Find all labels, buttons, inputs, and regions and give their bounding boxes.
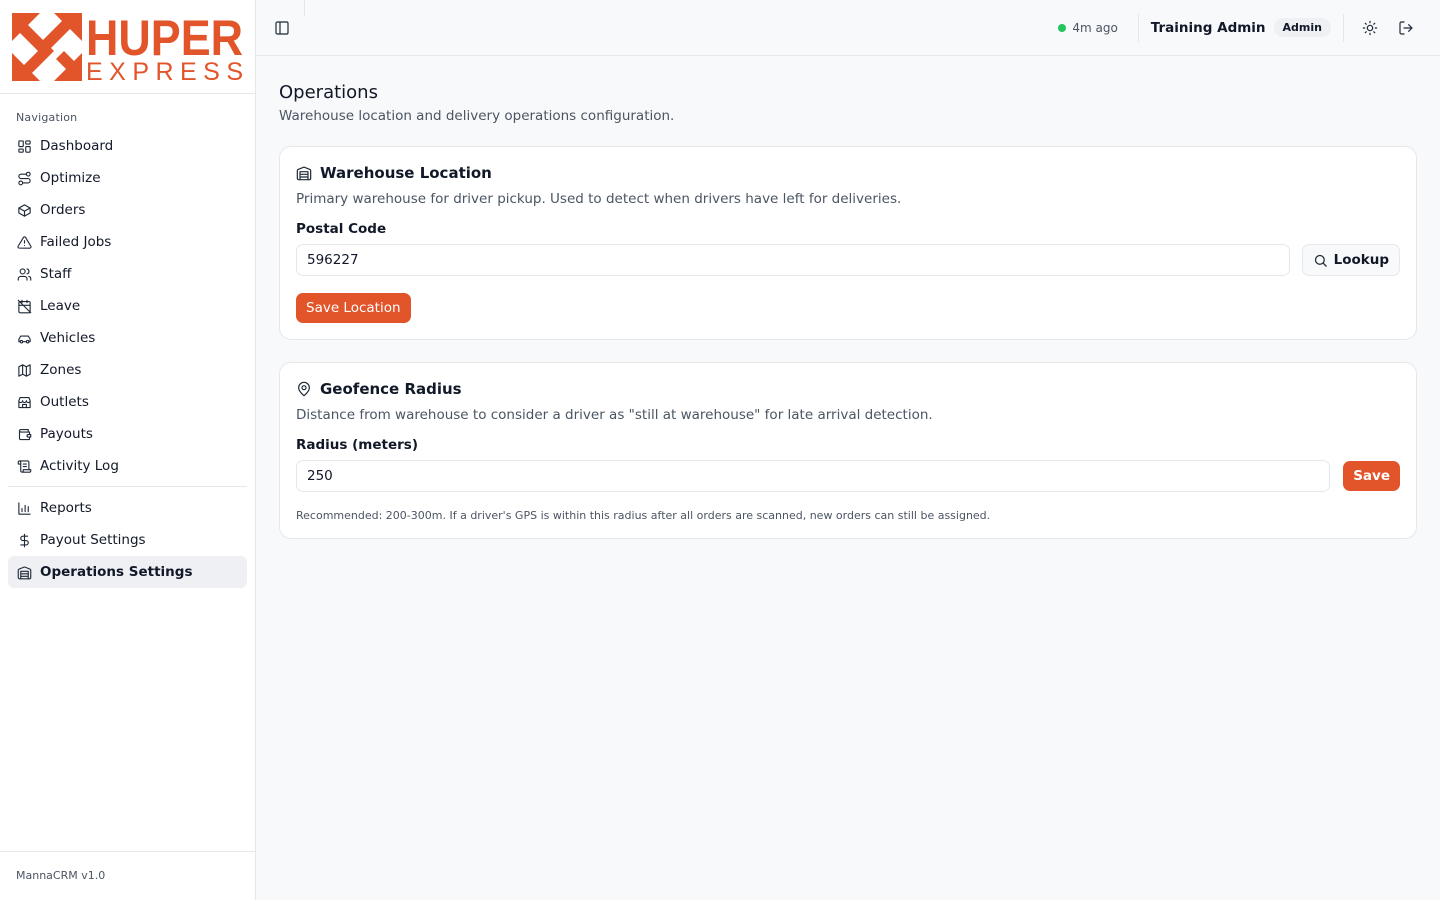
brand-logo: HUPER EXPRESS	[0, 0, 255, 94]
sidebar-item-label: Activity Log	[40, 458, 119, 474]
sync-status: 4m ago	[1058, 20, 1118, 35]
scroll-icon	[16, 458, 32, 474]
calendar-off-icon	[16, 298, 32, 314]
map-pin-icon	[296, 381, 312, 397]
sidebar-item-label: Zones	[40, 362, 82, 378]
sidebar-item-orders[interactable]: Orders	[8, 194, 247, 226]
bar-chart-icon	[16, 500, 32, 516]
sidebar-item-label: Staff	[40, 266, 72, 282]
user-name: Training Admin	[1150, 19, 1266, 36]
postal-code-label: Postal Code	[296, 221, 387, 237]
sidebar-item-label: Reports	[40, 500, 92, 516]
postal-code-input[interactable]	[296, 244, 1290, 276]
sidebar-item-reports[interactable]: Reports	[8, 492, 247, 524]
radius-hint: Recommended: 200-300m. If a driver's GPS…	[296, 509, 991, 522]
card-description: Primary warehouse for driver pickup. Use…	[296, 191, 902, 207]
lookup-button[interactable]: Lookup	[1301, 244, 1400, 276]
page-title: Operations	[279, 82, 378, 103]
save-radius-button[interactable]: Save	[1343, 461, 1400, 491]
sidebar-item-label: Outlets	[40, 394, 89, 410]
sidebar-item-optimize[interactable]: Optimize	[8, 162, 247, 194]
sidebar-item-label: Orders	[40, 202, 86, 218]
sidebar-nav: Dashboard Optimize Orders Failed Jobs St…	[0, 130, 255, 588]
store-icon	[16, 394, 32, 410]
sidebar-item-vehicles[interactable]: Vehicles	[8, 322, 247, 354]
warehouse-location-card: Warehouse Location Primary warehouse for…	[279, 146, 1417, 340]
users-icon	[16, 266, 32, 282]
sidebar-item-label: Optimize	[40, 170, 101, 186]
wallet-icon	[16, 426, 32, 442]
sidebar-item-label: Vehicles	[40, 330, 96, 346]
sidebar-item-activity-log[interactable]: Activity Log	[8, 450, 247, 482]
sidebar-item-payouts[interactable]: Payouts	[8, 418, 247, 450]
theme-toggle-button[interactable]	[1352, 10, 1388, 46]
topbar-right: 4m ago Training Admin Admin	[1058, 0, 1424, 55]
sidebar-item-leave[interactable]: Leave	[8, 290, 247, 322]
page-content: Operations Warehouse location and delive…	[256, 56, 1440, 539]
lookup-button-label: Lookup	[1333, 252, 1389, 268]
package-icon	[16, 202, 32, 218]
sidebar-item-label: Failed Jobs	[40, 234, 112, 250]
status-text: 4m ago	[1072, 20, 1118, 35]
geofence-radius-card: Geofence Radius Distance from warehouse …	[279, 362, 1417, 539]
sidebar-item-label: Dashboard	[40, 138, 114, 154]
dollar-icon	[16, 532, 32, 548]
role-badge: Admin	[1273, 18, 1331, 37]
sidebar-item-operations-settings[interactable]: Operations Settings	[8, 556, 247, 588]
radius-row: Save	[296, 460, 1400, 492]
card-description: Distance from warehouse to consider a dr…	[296, 407, 933, 423]
logo-text-bottom: EXPRESS	[86, 58, 243, 83]
save-location-button[interactable]: Save Location	[296, 293, 411, 323]
radius-input[interactable]	[296, 460, 1331, 492]
card-title: Geofence Radius	[296, 380, 1400, 398]
page-subtitle: Warehouse location and delivery operatio…	[279, 108, 675, 124]
sidebar-item-label: Payout Settings	[40, 532, 146, 548]
huper-express-logo: HUPER EXPRESS	[12, 10, 243, 86]
card-title: Warehouse Location	[296, 164, 1400, 182]
sidebar-item-payout-settings[interactable]: Payout Settings	[8, 524, 247, 556]
panel-left-icon	[275, 20, 289, 35]
postal-code-row: Lookup	[296, 244, 1400, 276]
sun-icon	[1362, 20, 1378, 35]
radius-label: Radius (meters)	[296, 437, 419, 453]
map-icon	[16, 362, 32, 378]
car-icon	[16, 330, 32, 346]
sidebar-item-label: Operations Settings	[40, 564, 193, 580]
topbar-divider	[1343, 13, 1344, 42]
sidebar-item-label: Leave	[40, 298, 81, 314]
topbar-divider	[1137, 13, 1139, 42]
topbar-divider	[304, 0, 305, 16]
warning-icon	[16, 234, 32, 250]
app-root: HUPER EXPRESS Navigation Dashboard Optim…	[0, 0, 1440, 900]
status-dot-icon	[1058, 23, 1067, 32]
card-title-text: Geofence Radius	[320, 380, 462, 398]
logout-icon	[1399, 20, 1413, 35]
sidebar-toggle-button[interactable]	[272, 18, 292, 38]
main-area: 4m ago Training Admin Admin Operations W…	[256, 0, 1440, 900]
card-title-text: Warehouse Location	[320, 164, 492, 182]
search-icon	[1314, 254, 1327, 267]
topbar: 4m ago Training Admin Admin	[256, 0, 1440, 56]
dashboard-icon	[16, 138, 32, 154]
route-icon	[16, 170, 32, 186]
logout-button[interactable]	[1388, 10, 1424, 46]
warehouse-icon	[16, 564, 32, 580]
sidebar: HUPER EXPRESS Navigation Dashboard Optim…	[0, 0, 256, 900]
sidebar-item-zones[interactable]: Zones	[8, 354, 247, 386]
sidebar-item-failed-jobs[interactable]: Failed Jobs	[8, 226, 247, 258]
sidebar-item-outlets[interactable]: Outlets	[8, 386, 247, 418]
sidebar-item-staff[interactable]: Staff	[8, 258, 247, 290]
sidebar-item-label: Payouts	[40, 426, 93, 442]
sidebar-item-dashboard[interactable]: Dashboard	[8, 130, 247, 162]
nav-divider	[8, 486, 247, 487]
nav-heading: Navigation	[16, 111, 78, 124]
warehouse-icon	[296, 165, 312, 181]
app-version: MannaCRM v1.0	[0, 851, 255, 900]
